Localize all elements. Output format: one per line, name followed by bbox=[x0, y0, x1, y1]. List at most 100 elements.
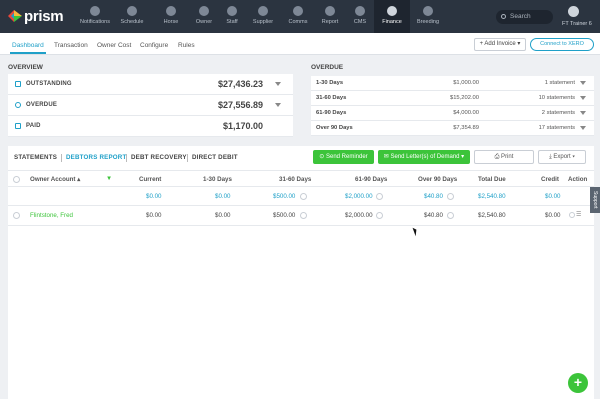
nav-breeding[interactable]: Breeding bbox=[410, 0, 446, 33]
overdue-row: Over 90 Days $7,354.89 17 statements bbox=[311, 121, 594, 136]
search-input[interactable]: Search bbox=[496, 10, 553, 24]
filter-icon[interactable] bbox=[580, 81, 586, 85]
owner-account-link[interactable]: Flintstone, Fred bbox=[30, 212, 73, 219]
column-credit[interactable]: Credit bbox=[541, 176, 559, 183]
nav-supplier[interactable]: Supplier bbox=[245, 0, 281, 33]
cell-61-90: $2,000.00 bbox=[345, 212, 373, 219]
select-31-60-radio[interactable] bbox=[300, 193, 307, 200]
action-settings-icon[interactable] bbox=[569, 212, 575, 218]
filter-icon[interactable] bbox=[580, 126, 586, 130]
overview-label: OUTSTANDING bbox=[26, 81, 72, 87]
column-owner-account[interactable]: Owner Account ▴ bbox=[30, 176, 80, 183]
export-button[interactable]: ⤓ Export ▾ bbox=[538, 150, 586, 164]
cell-over-90: $40.80 bbox=[424, 212, 443, 219]
column-over-90-days[interactable]: Over 90 Days bbox=[418, 176, 457, 183]
overview-amount: $1,170.00 bbox=[222, 121, 263, 131]
overdue-title: OVERDUE bbox=[311, 64, 344, 71]
cell-31-60: $500.00 bbox=[273, 212, 296, 219]
add-floating-button[interactable]: + bbox=[568, 373, 588, 393]
send-letters-button[interactable]: ✉ Send Letter(s) of Demand ▾ bbox=[378, 150, 470, 164]
overview-label: OVERDUE bbox=[26, 102, 58, 108]
tab-direct-debit[interactable]: DIRECT DEBIT bbox=[187, 154, 238, 162]
filter-icon[interactable] bbox=[275, 82, 281, 86]
clock-icon bbox=[15, 102, 21, 108]
nav-schedule[interactable]: Schedule bbox=[114, 0, 150, 33]
prism-logo[interactable]: prism bbox=[8, 7, 64, 25]
select-over-90-radio[interactable] bbox=[447, 193, 454, 200]
support-tab[interactable]: Support bbox=[590, 187, 600, 213]
connect-xero-button[interactable]: Connect to XERO bbox=[530, 38, 594, 51]
total-61-90[interactable]: $2,000.00 bbox=[345, 193, 373, 200]
avatar[interactable] bbox=[568, 6, 579, 17]
table-header: Owner Account ▴ ▼ Current 1-30 Days 31-6… bbox=[8, 170, 594, 187]
nav-horse[interactable]: Horse bbox=[153, 0, 189, 33]
filter-icon[interactable] bbox=[275, 103, 281, 107]
nav-label: Finance bbox=[382, 19, 402, 25]
select-all-checkbox[interactable] bbox=[13, 176, 20, 183]
cash-icon bbox=[15, 123, 21, 129]
cell-1-30: $0.00 bbox=[215, 212, 231, 219]
overdue-range: Over 90 Days bbox=[316, 125, 353, 131]
column-61-90-days[interactable]: 61-90 Days bbox=[355, 176, 387, 183]
total-current: $0.00 bbox=[146, 193, 162, 200]
nav-notifications[interactable]: Notifications bbox=[77, 0, 113, 33]
search-placeholder: Search bbox=[510, 13, 531, 20]
overdue-statements[interactable]: 1 statement bbox=[479, 80, 575, 86]
print-button[interactable]: ⎙ Print bbox=[474, 150, 534, 164]
nav-label: Schedule bbox=[120, 19, 144, 25]
overview-amount: $27,436.23 bbox=[217, 79, 263, 89]
overdue-amount: $1,000.00 bbox=[453, 80, 479, 86]
tab-statements[interactable]: STATEMENTS bbox=[14, 154, 57, 161]
column-current[interactable]: Current bbox=[139, 176, 161, 183]
nav-label: Owner bbox=[195, 19, 213, 25]
nav-label: Report bbox=[321, 19, 339, 25]
action-menu-icon[interactable]: ☰ bbox=[576, 211, 582, 218]
overdue-range: 1-30 Days bbox=[316, 80, 344, 86]
overdue-statements[interactable]: 17 statements bbox=[479, 125, 575, 131]
send-reminder-button[interactable]: ⊙ Send Reminder bbox=[313, 150, 374, 164]
nav-comms[interactable]: Comms bbox=[280, 0, 316, 33]
column-1-30-days[interactable]: 1-30 Days bbox=[203, 176, 232, 183]
tab-owner-cost[interactable]: Owner Cost bbox=[97, 42, 131, 49]
overdue-row: 1-30 Days $1,000.00 1 statement bbox=[311, 76, 594, 91]
row-61-90-radio[interactable] bbox=[376, 212, 383, 219]
prism-logo-mark bbox=[8, 10, 22, 22]
row-31-60-radio[interactable] bbox=[300, 212, 307, 219]
logo-text: prism bbox=[24, 7, 64, 25]
select-61-90-radio[interactable] bbox=[376, 193, 383, 200]
nav-label: Breeding bbox=[416, 19, 440, 25]
add-invoice-button[interactable]: + Add Invoice ▾ bbox=[474, 38, 526, 51]
filter-icon[interactable] bbox=[580, 96, 586, 100]
nav-label: Horse bbox=[163, 19, 179, 25]
total-31-60[interactable]: $500.00 bbox=[273, 193, 295, 200]
tab-dashboard[interactable]: Dashboard bbox=[10, 42, 46, 54]
cell-total-due: $2,540.80 bbox=[478, 212, 506, 219]
row-checkbox[interactable] bbox=[13, 212, 20, 219]
filter-icon[interactable] bbox=[580, 111, 586, 115]
overdue-statements[interactable]: 10 statements bbox=[479, 95, 575, 101]
total-over-90[interactable]: $40.80 bbox=[424, 193, 443, 200]
tab-rules[interactable]: Rules bbox=[178, 42, 195, 49]
column-31-60-days[interactable]: 31-60 Days bbox=[279, 176, 311, 183]
money-icon bbox=[387, 6, 397, 16]
nav-finance[interactable]: Finance bbox=[374, 0, 410, 33]
tab-transaction[interactable]: Transaction bbox=[54, 42, 88, 49]
nav-cms[interactable]: CMS bbox=[342, 0, 378, 33]
filter-icon[interactable]: ▼ bbox=[106, 175, 112, 182]
total-due[interactable]: $2,540.80 bbox=[478, 193, 506, 200]
tab-configure[interactable]: Configure bbox=[140, 42, 168, 49]
people-icon bbox=[227, 6, 237, 16]
tab-debtors-report[interactable]: DEBTORS REPORT bbox=[60, 154, 126, 162]
tab-debt-recovery[interactable]: DEBT RECOVERY bbox=[126, 154, 187, 162]
total-credit: $0.00 bbox=[545, 193, 561, 200]
chat-icon bbox=[293, 6, 303, 16]
overdue-statements[interactable]: 2 statements bbox=[479, 110, 575, 116]
user-name[interactable]: FT Trainer 6 bbox=[562, 21, 592, 27]
top-navigation: prism Notifications Schedule Horse Owner… bbox=[0, 0, 600, 33]
calendar-icon bbox=[127, 6, 137, 16]
column-total-due[interactable]: Total Due bbox=[478, 176, 506, 183]
nav-label: Staff bbox=[226, 19, 238, 25]
row-over-90-radio[interactable] bbox=[447, 212, 454, 219]
overview-title: OVERVIEW bbox=[8, 64, 43, 71]
overdue-row: 31-60 Days $15,202.00 10 statements bbox=[311, 91, 594, 106]
